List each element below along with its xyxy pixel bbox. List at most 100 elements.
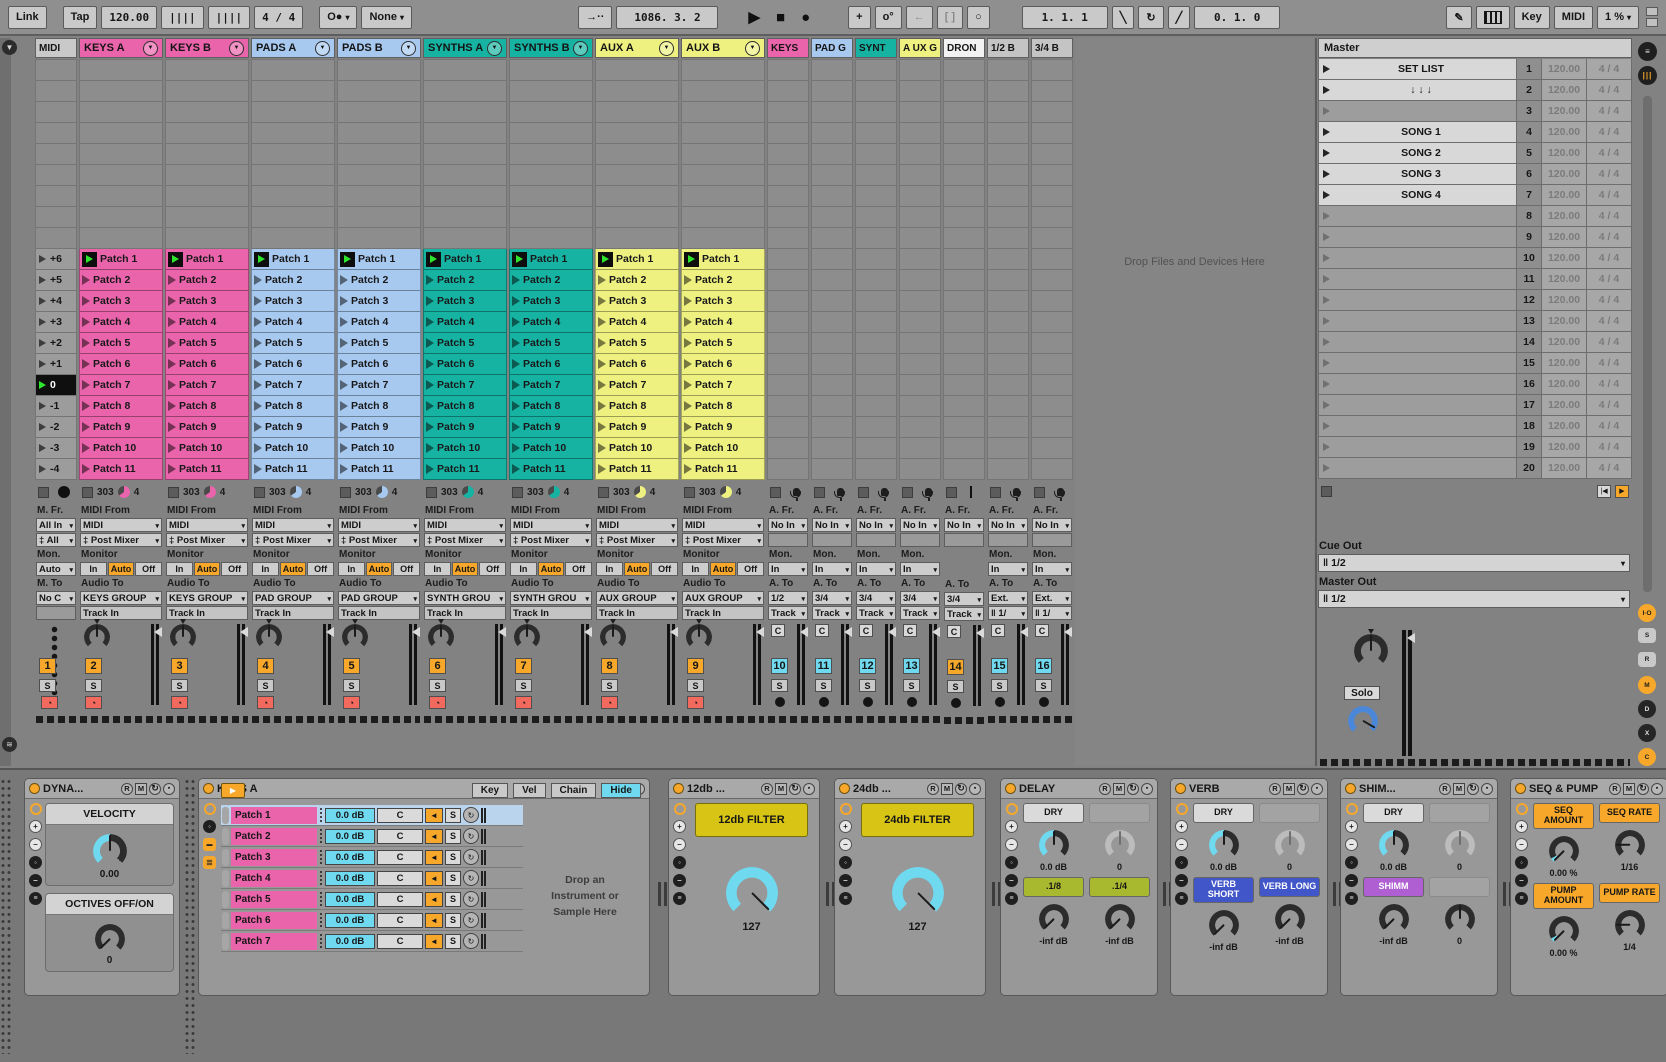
empty-clip-slot[interactable] [337,102,421,123]
midi-map-button[interactable]: MIDI [1554,6,1593,29]
arm-record-button[interactable] [257,696,274,709]
clip-stop-button[interactable] [1034,487,1045,498]
monitor-auto-button[interactable]: Auto [624,562,651,576]
knob-icon[interactable] [1209,830,1239,860]
scene-launch-cell[interactable] [1319,311,1517,331]
empty-clip-slot[interactable] [943,228,985,249]
empty-clip-slot[interactable] [1031,165,1073,186]
hot-swap-icon[interactable] [1467,783,1479,795]
parameter-icon[interactable] [673,874,686,887]
empty-clip-slot[interactable] [811,249,853,270]
track-level-meter[interactable] [885,624,893,705]
mixer-section-toggle-d[interactable]: D [1638,700,1656,718]
volume-fader-handle[interactable] [927,627,940,637]
clip-slot[interactable]: Patch 8 [251,396,335,417]
track-fold-button[interactable]: ▼ [573,41,588,56]
clip-slot[interactable]: Patch 8 [165,396,249,417]
clip-slot[interactable]: Patch 2 [251,270,335,291]
track-fold-button[interactable]: ▼ [487,41,502,56]
nudge-down-button[interactable]: |||| [161,6,204,29]
scene-time-signature[interactable]: 4 / 4 [1587,143,1631,163]
crossfade-assign-button[interactable]: C [947,625,961,638]
arm-record-button[interactable] [907,697,917,707]
empty-clip-slot[interactable] [595,102,679,123]
input-type-select[interactable]: MIDI [510,518,592,532]
arm-record-button[interactable] [343,696,360,709]
chain-row[interactable]: Patch 70.0 dBCS [221,931,523,952]
input-type-select[interactable]: All In [36,518,76,532]
clip-slot[interactable]: Patch 5 [337,333,421,354]
session-record-button[interactable]: ○ [967,6,990,29]
clip-slot[interactable]: Patch 2 [337,270,421,291]
scene-row[interactable]: 17120.004 / 4 [1318,395,1632,416]
clip-stop-button[interactable] [770,487,781,498]
empty-clip-slot[interactable] [767,249,809,270]
empty-clip-slot[interactable] [79,144,163,165]
scene-row[interactable]: 13120.004 / 4 [1318,311,1632,332]
empty-clip-slot[interactable] [767,207,809,228]
scene-time-signature[interactable]: 4 / 4 [1587,185,1631,205]
output-type-select[interactable]: KEYS GROUP [166,591,248,605]
solo-button[interactable]: S [343,679,360,692]
empty-clip-slot[interactable] [811,375,853,396]
clip-stop-button[interactable] [814,487,825,498]
key-map-button[interactable]: Key [1514,6,1550,29]
empty-clip-slot[interactable] [943,354,985,375]
scene-launch-cell[interactable]: SONG 4 [1319,185,1517,205]
solo-button[interactable]: S [903,679,920,692]
track-number-button[interactable]: 5 [343,658,360,674]
drop-files-zone[interactable]: Drop Files and Devices Here [1075,38,1314,766]
empty-clip-slot[interactable] [767,81,809,102]
empty-clip-slot[interactable] [987,438,1029,459]
empty-clip-slot[interactable] [337,123,421,144]
empty-clip-slot[interactable] [855,291,897,312]
empty-clip-slot[interactable] [767,354,809,375]
empty-clip-slot[interactable] [509,228,593,249]
empty-clip-slot[interactable] [987,81,1029,102]
knob-icon[interactable] [93,834,127,868]
empty-clip-slot[interactable] [681,186,765,207]
empty-clip-slot[interactable] [943,438,985,459]
devices-toggle-icon[interactable] [203,856,216,869]
empty-clip-slot[interactable] [1031,270,1073,291]
empty-clip-slot[interactable] [165,102,249,123]
crossfade-assign-button[interactable]: C [815,624,829,637]
empty-clip-slot[interactable] [767,123,809,144]
volume-fader-handle[interactable] [1402,633,1415,643]
hot-swap-icon[interactable] [463,849,479,865]
track-fold-button[interactable]: ▼ [401,41,416,56]
mixer-section-toggle-c[interactable]: C [1638,748,1656,766]
empty-clip-slot[interactable] [35,186,77,207]
clip-stop-button[interactable] [858,487,869,498]
chain-solo-button[interactable]: S [445,829,461,844]
clip-stop-button[interactable] [598,487,609,498]
output-type-select[interactable]: AUX GROUP [682,591,764,605]
clip-slot[interactable]: Patch 10 [165,438,249,459]
hot-swap-icon[interactable] [463,933,479,949]
chain-row[interactable]: Patch 60.0 dBCS [221,910,523,931]
track-header[interactable]: KEYS [767,38,809,58]
tempo-display[interactable]: 120.00 [101,6,157,29]
clip-stop-button[interactable] [512,487,523,498]
master-menu-button[interactable]: ≡ [1638,42,1657,61]
solo-button[interactable]: S [1035,679,1052,692]
input-type-select[interactable]: No In [988,518,1028,532]
scene-time-signature[interactable]: 4 / 4 [1587,269,1631,289]
solo-button[interactable]: S [859,679,876,692]
chain-drag-handle[interactable] [222,807,229,824]
monitor-select[interactable]: Auto [36,562,76,576]
device-title-bar[interactable]: DYNA...RM [25,779,179,799]
scene-tempo[interactable]: 120.00 [1542,122,1587,142]
empty-clip-slot[interactable] [767,333,809,354]
rack-tab-vel[interactable]: Vel [513,783,545,798]
transpose-clip[interactable]: +5 [35,270,77,291]
clip-slot[interactable]: Patch 4 [79,312,163,333]
scene-time-signature[interactable]: 4 / 4 [1587,248,1631,268]
empty-clip-slot[interactable] [943,186,985,207]
track-fold-button[interactable]: ▼ [229,41,244,56]
empty-clip-slot[interactable] [767,312,809,333]
empty-clip-slot[interactable] [337,60,421,81]
scene-row[interactable]: 14120.004 / 4 [1318,332,1632,353]
play-button[interactable]: ▶ [742,8,766,26]
track-header[interactable]: KEYS B▼ [165,38,249,58]
